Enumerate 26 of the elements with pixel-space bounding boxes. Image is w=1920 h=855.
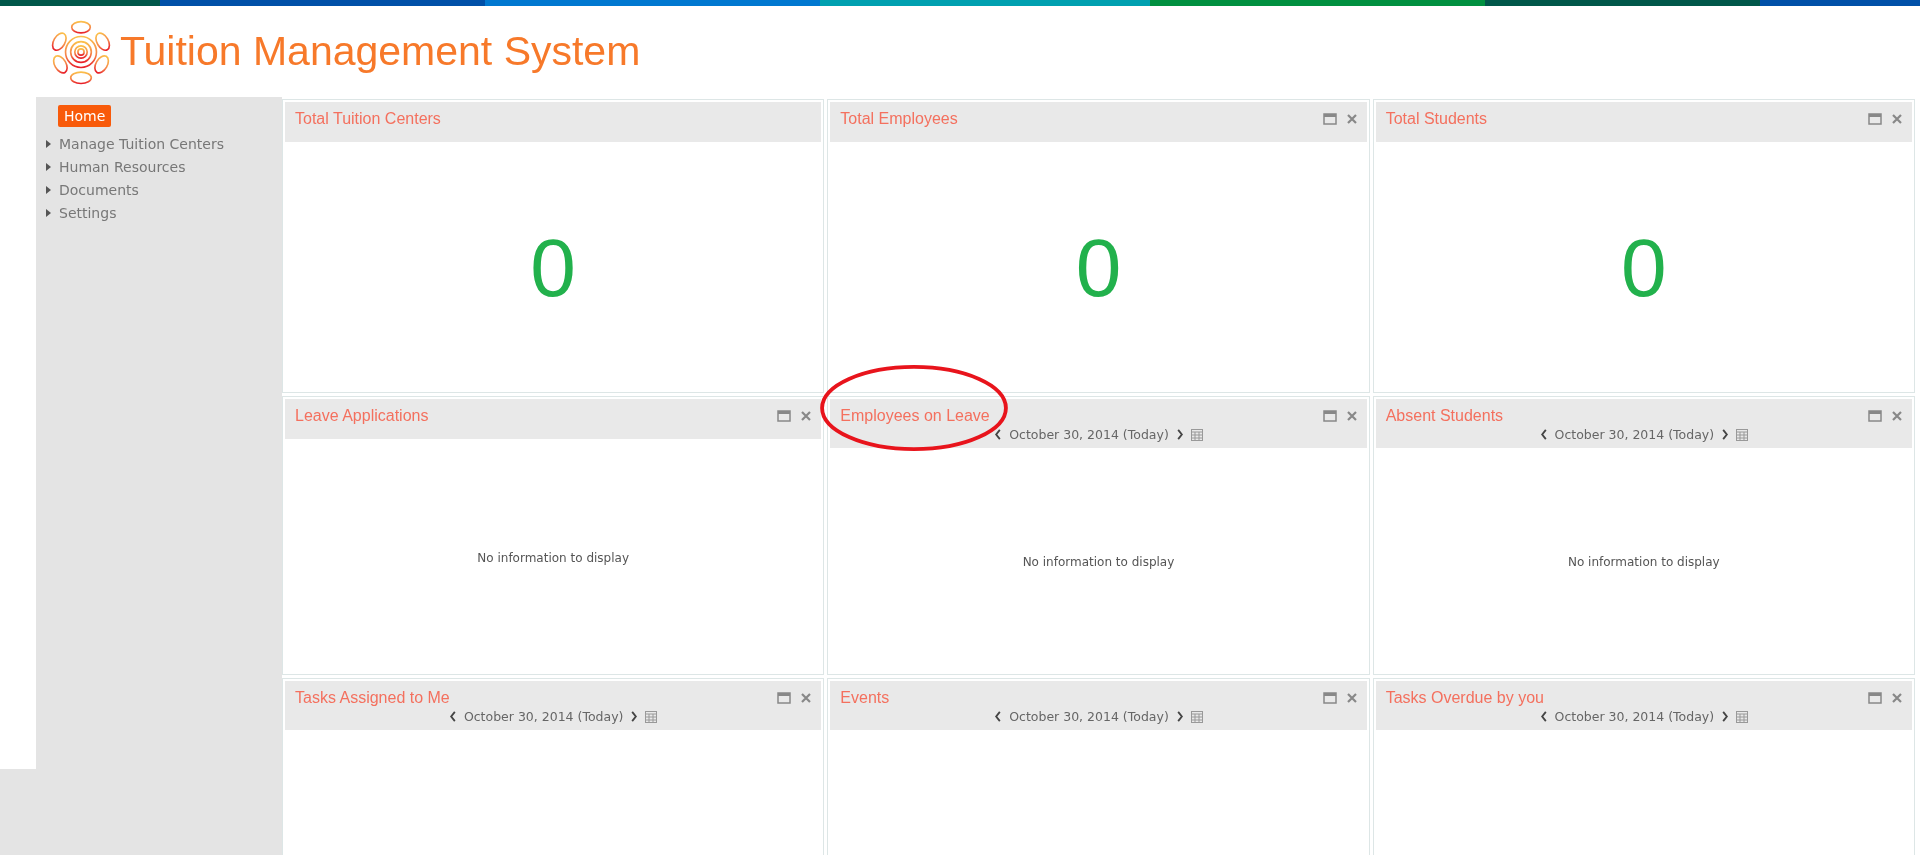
widget-title: Employees on Leave: [840, 407, 990, 425]
nav-item[interactable]: Documents: [59, 182, 139, 198]
widget-title: Total Employees: [840, 110, 958, 128]
widget-title: Tasks Assigned to Me: [295, 689, 450, 707]
date-label: October 30, 2014 (Today): [1554, 709, 1715, 724]
app-title: Tuition Management System: [120, 28, 641, 75]
count-value: 0: [1621, 221, 1667, 315]
count-value: 0: [1075, 221, 1122, 315]
date-label: October 30, 2014 (Today): [1009, 709, 1169, 724]
empty-message: No information to display: [1022, 555, 1175, 569]
nav-item[interactable]: Human Resources: [59, 159, 186, 175]
widget-title: Tasks Overdue by you: [1385, 689, 1544, 707]
widget-title: Events: [840, 689, 890, 707]
widget-title: Total Students: [1385, 110, 1488, 128]
count-value: 0: [530, 221, 576, 315]
widget-title: Total Tuition Centers: [295, 110, 441, 128]
nav-link[interactable]: Home: [58, 105, 112, 127]
date-label: October 30, 2014 (Today): [463, 709, 624, 724]
date-label: October 30, 2014 (Today): [1554, 427, 1715, 442]
empty-message: No information to display: [477, 550, 629, 565]
widget-title: Absent Students: [1385, 407, 1504, 425]
nav-item[interactable]: Settings: [59, 205, 117, 221]
nav-item[interactable]: Manage Tuition Centers: [59, 136, 224, 152]
date-label: October 30, 2014 (Today): [1009, 427, 1169, 442]
widget-title: Leave Applications: [295, 407, 429, 425]
empty-message: No information to display: [1567, 555, 1720, 569]
